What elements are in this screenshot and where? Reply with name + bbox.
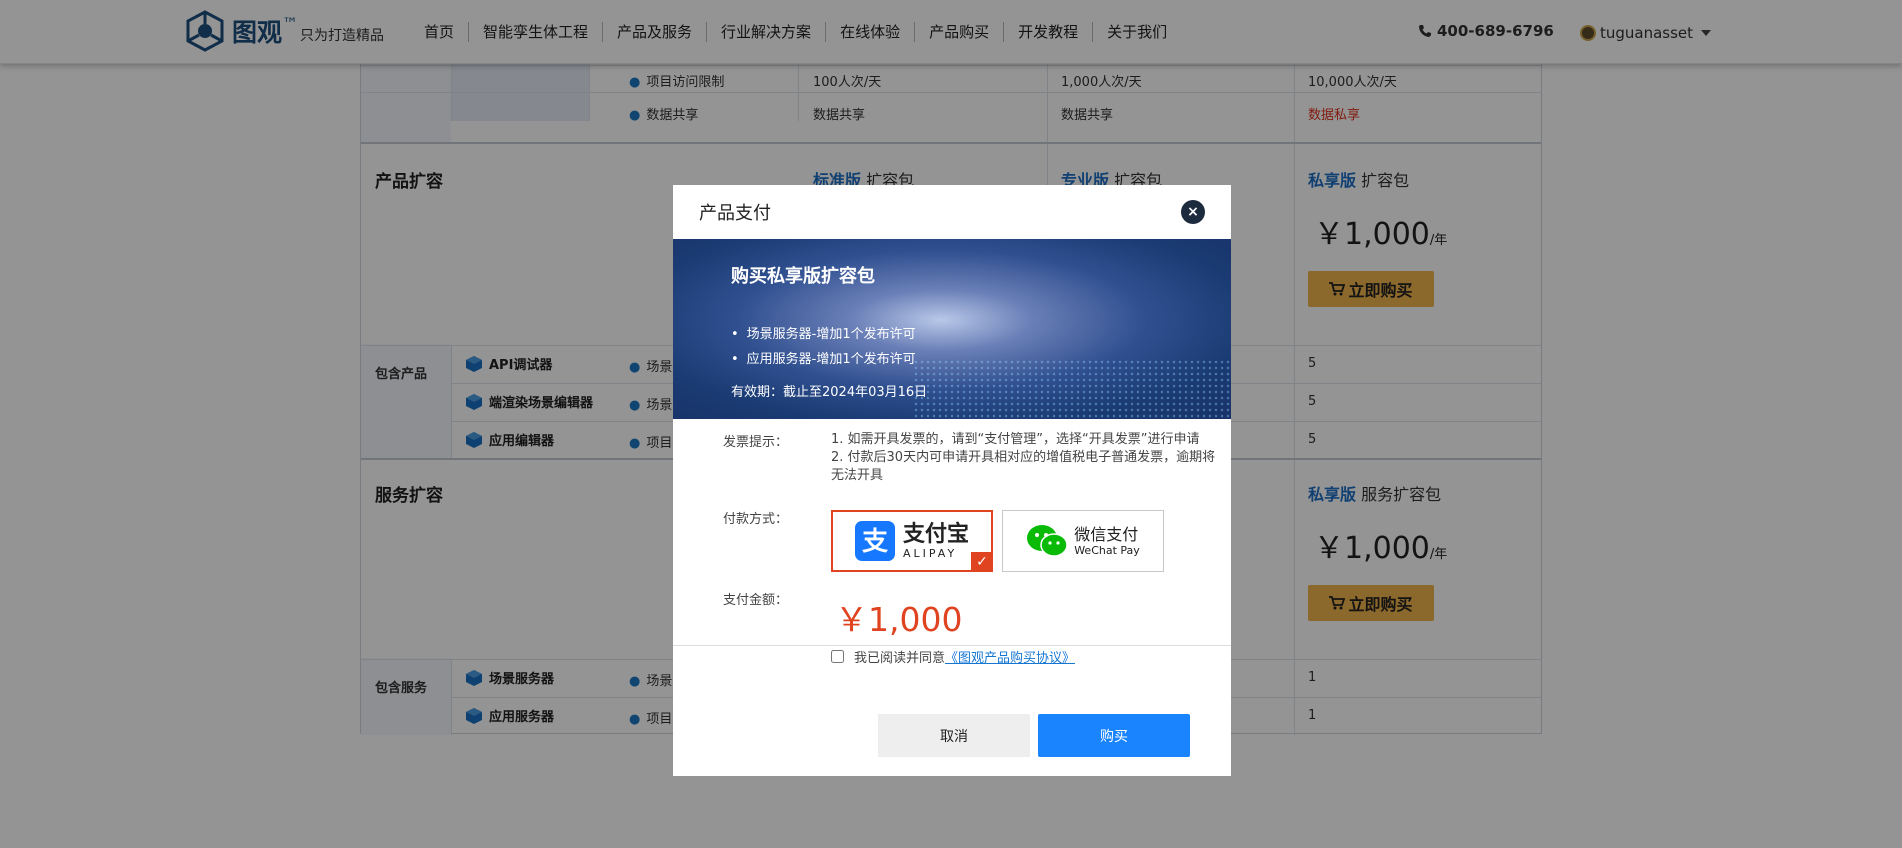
alipay-name: 支付宝	[902, 521, 969, 547]
package-banner: 购买私享版扩容包 场景服务器-增加1个发布许可 应用服务器-增加1个发布许可 有…	[673, 239, 1231, 419]
check-icon: ✓	[971, 552, 993, 572]
banner-decoration	[913, 359, 1231, 419]
agreement-row: 我已阅读并同意 《图观产品购买协议》	[831, 647, 1075, 666]
agreement-text: 我已阅读并同意	[854, 651, 946, 666]
close-icon[interactable]: ×	[1181, 200, 1205, 224]
cancel-button[interactable]: 取消	[878, 714, 1030, 757]
invoice-label: 发票提示：	[723, 435, 789, 450]
wechat-icon	[1027, 525, 1068, 557]
list-item: 场景服务器-增加1个发布许可	[731, 322, 916, 347]
wechat-pay-en-name: WeChat Pay	[1074, 543, 1140, 557]
banner-title: 购买私享版扩容包	[731, 266, 875, 287]
svg-text:支: 支	[862, 527, 888, 557]
agreement-link[interactable]: 《图观产品购买协议》	[945, 647, 1075, 666]
validity-text: 有效期：截止至2024年03月16日	[731, 385, 928, 400]
modal-header: 产品支付 ×	[673, 185, 1231, 239]
purchase-button[interactable]: 购买	[1038, 714, 1190, 757]
invoice-tip-2: 2. 付款后30天内可申请开具相对应的增值税电子普通发票，逾期将无法开具	[831, 450, 1216, 483]
wechat-pay-option[interactable]: 微信支付 WeChat Pay	[1002, 510, 1164, 572]
footer-divider	[673, 645, 1231, 646]
payment-method-label: 付款方式：	[723, 512, 789, 527]
payment-amount: ￥1,000	[835, 600, 963, 639]
invoice-tips: 1. 如需开具发票的，请到“支付管理”，选择“开具发票”进行申请 2. 付款后3…	[831, 431, 1223, 485]
payment-modal: 产品支付 × 购买私享版扩容包 场景服务器-增加1个发布许可 应用服务器-增加1…	[673, 185, 1231, 776]
amount-label: 支付金额：	[723, 593, 789, 608]
alipay-icon: 支	[854, 521, 895, 561]
invoice-tip-1: 1. 如需开具发票的，请到“支付管理”，选择“开具发票”进行申请	[831, 432, 1200, 447]
banner-feature-list: 场景服务器-增加1个发布许可 应用服务器-增加1个发布许可	[731, 322, 916, 372]
list-item: 应用服务器-增加1个发布许可	[731, 347, 916, 372]
alipay-option[interactable]: 支 支付宝 ALIPAY ✓	[831, 510, 993, 572]
wechat-pay-name: 微信支付	[1074, 524, 1139, 544]
agreement-checkbox[interactable]	[831, 650, 844, 663]
alipay-en-name: ALIPAY	[902, 546, 958, 560]
modal-title: 产品支付	[699, 203, 771, 224]
